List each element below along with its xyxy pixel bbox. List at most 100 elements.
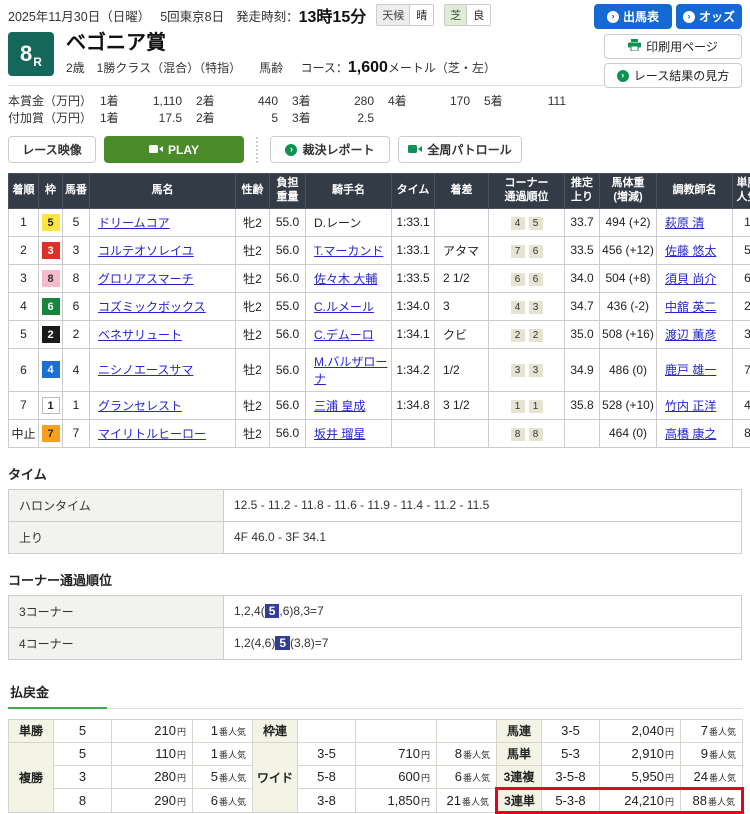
trainer-cell: 高橋 康之 xyxy=(657,419,733,447)
last-3f-time: 33.5 xyxy=(565,236,600,264)
trainer-link[interactable]: 渡辺 薫彦 xyxy=(665,328,716,342)
payout-combination: 3-8 xyxy=(298,788,356,812)
margin xyxy=(435,419,489,447)
popularity-suffix: 番人気 xyxy=(463,773,490,783)
trainer-link[interactable]: 須貝 尚介 xyxy=(665,272,716,286)
horse-name-link[interactable]: グランセレスト xyxy=(98,399,182,413)
win-popularity: 7 xyxy=(733,348,750,391)
patrol-button-label: 全周パトロール xyxy=(427,141,511,158)
entries-button[interactable]: › 出馬表 xyxy=(594,4,672,29)
horse-name-link[interactable]: ニシノエースサマ xyxy=(98,363,193,377)
sex-age: 牡2 xyxy=(236,348,270,391)
last-3f-time: 34.0 xyxy=(565,264,600,292)
results-column-header: 馬番 xyxy=(63,174,90,209)
result-row: 中止77マイリトルヒーロー牡256.0坂井 瑠星88464 (0)高橋 康之8 xyxy=(9,419,750,447)
trainer-link[interactable]: 中舘 英二 xyxy=(665,300,716,314)
trainer-link[interactable]: 竹内 正洋 xyxy=(665,399,716,413)
waku-badge: 7 xyxy=(42,425,60,442)
odds-button[interactable]: › オッズ xyxy=(676,4,742,29)
payout-amount-value: 600 xyxy=(398,769,420,784)
trainer-link[interactable]: 鹿戸 雄一 xyxy=(665,363,716,377)
yen-suffix: 円 xyxy=(421,797,430,807)
horse-number: 8 xyxy=(63,264,90,292)
yen-suffix: 円 xyxy=(665,750,674,760)
waku-cell: 6 xyxy=(39,292,63,320)
jockey-link[interactable]: 坂井 瑠星 xyxy=(314,427,365,441)
horse-weight: 456 (+12) xyxy=(600,236,657,264)
corner-position: 5 xyxy=(529,217,543,230)
play-button[interactable]: PLAY xyxy=(104,136,244,163)
print-page-button[interactable]: 印刷用ページ xyxy=(604,34,742,59)
payout-combination: 3-5 xyxy=(542,719,600,742)
horse-name-link[interactable]: コズミックボックス xyxy=(98,300,206,314)
horse-name-link[interactable]: ドリームコア xyxy=(98,216,170,230)
trainer-link[interactable]: 高橋 康之 xyxy=(665,427,716,441)
finish-time: 1:33.5 xyxy=(392,264,435,292)
finish-time: 1:33.1 xyxy=(392,208,435,236)
jockey-link[interactable]: C.デムーロ xyxy=(314,328,374,342)
jockey-cell: C.デムーロ xyxy=(306,320,392,348)
corner-position: 1 xyxy=(511,400,525,413)
horse-name-link[interactable]: マイリトルヒーロー xyxy=(98,427,206,441)
horse-name-link[interactable]: ベネサリュート xyxy=(98,328,182,342)
popularity-suffix: 番人気 xyxy=(709,773,736,783)
popularity-value: 21 xyxy=(447,793,461,808)
horse-number: 7 xyxy=(63,419,90,447)
payout-amount: 110円 xyxy=(112,742,193,765)
prize-rank: 4着 xyxy=(388,92,418,109)
race-number-badge: 8R xyxy=(8,32,54,76)
waku-badge: 4 xyxy=(42,361,60,378)
race-video-button[interactable]: レース映像 xyxy=(8,136,96,163)
furlong-time-value: 12.5 - 11.2 - 11.8 - 11.6 - 11.9 - 11.4 … xyxy=(224,489,742,521)
last-3f-time: 34.9 xyxy=(565,348,600,391)
horse-name-cell: ニシノエースサマ xyxy=(90,348,236,391)
jockey-cell: 佐々木 大輔 xyxy=(306,264,392,292)
jockey-link[interactable]: 三浦 皇成 xyxy=(314,399,365,413)
patrol-video-button[interactable]: 全周パトロール xyxy=(398,136,522,163)
popularity-suffix: 番人気 xyxy=(219,727,246,737)
carried-weight: 56.0 xyxy=(270,419,306,447)
steward-report-button[interactable]: › 裁決レポート xyxy=(270,136,390,163)
carried-weight: 56.0 xyxy=(270,320,306,348)
payout-type-label: 馬単 xyxy=(497,742,542,765)
trainer-cell: 鹿戸 雄一 xyxy=(657,348,733,391)
popularity-value: 7 xyxy=(701,723,708,738)
corner-position: 3 xyxy=(529,301,543,314)
trainer-link[interactable]: 佐藤 悠太 xyxy=(665,244,716,258)
last-3f-time: 33.7 xyxy=(565,208,600,236)
prize-amount: 111 xyxy=(514,94,566,108)
result-row: 388グロリアスマーチ牡256.0佐々木 大輔1:33.52 1/26634.0… xyxy=(9,264,750,292)
start-time-value: 13時15分 xyxy=(299,3,367,27)
popularity-suffix: 番人気 xyxy=(709,750,736,760)
margin: 3 xyxy=(435,292,489,320)
jockey-link[interactable]: 佐々木 大輔 xyxy=(314,272,377,286)
margin: クビ xyxy=(435,320,489,348)
last-3f-time xyxy=(565,419,600,447)
finish-time xyxy=(392,419,435,447)
payout-combination: 3-5 xyxy=(298,742,356,765)
prize-rank: 2着 xyxy=(196,92,226,109)
race-number-suffix: R xyxy=(33,55,42,69)
corner-order-table: 3コーナー 1,2,4(5,6)8,3=7 4コーナー 1,2(4,6)5(3,… xyxy=(8,595,742,660)
popularity-value: 88 xyxy=(693,793,707,808)
finish-position: 1 xyxy=(9,208,39,236)
horse-name-cell: コルテオソレイユ xyxy=(90,236,236,264)
horse-name-link[interactable]: コルテオソレイユ xyxy=(98,244,194,258)
horse-name-link[interactable]: グロリアスマーチ xyxy=(98,272,194,286)
jockey-link[interactable]: M.バルザローナ xyxy=(314,355,387,386)
payout-amount-value: 2,910 xyxy=(631,746,664,761)
jockey-link[interactable]: C.ルメール xyxy=(314,300,374,314)
corner4-highlight: 5 xyxy=(275,636,290,650)
horse-number: 1 xyxy=(63,391,90,419)
popularity-suffix: 番人気 xyxy=(463,750,490,760)
payout-amount: 5,950円 xyxy=(600,765,681,788)
payout-amount-value: 5,950 xyxy=(631,769,664,784)
margin: 1/2 xyxy=(435,348,489,391)
corner-order-cell: 76 xyxy=(489,236,565,264)
printer-icon xyxy=(628,39,641,54)
waku-cell: 2 xyxy=(39,320,63,348)
jockey-link[interactable]: T.マーカンド xyxy=(314,244,383,258)
result-guide-button[interactable]: › レース結果の見方 xyxy=(604,63,742,88)
trainer-link[interactable]: 萩原 清 xyxy=(665,216,704,230)
results-column-header: 枠 xyxy=(39,174,63,209)
